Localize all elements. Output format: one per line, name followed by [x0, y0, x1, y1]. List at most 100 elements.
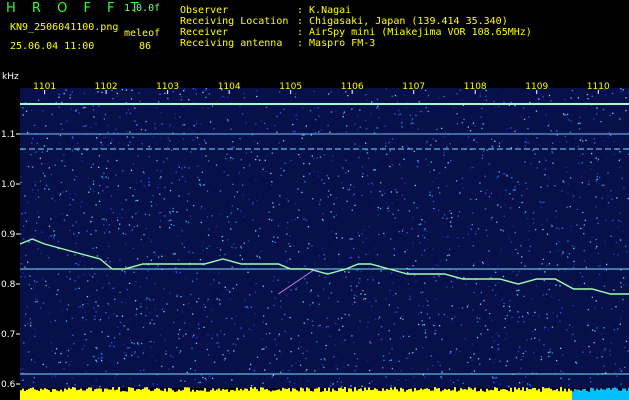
noise-dot — [103, 118, 105, 120]
noise-dot — [73, 233, 75, 235]
noise-dot — [51, 376, 53, 378]
noise-dot — [595, 196, 597, 198]
noise-dot — [567, 192, 569, 194]
noise-dot — [265, 106, 268, 108]
noise-dot — [173, 321, 175, 324]
noise-dot — [202, 250, 204, 252]
level-bar-segment — [230, 390, 232, 400]
noise-dot — [444, 94, 446, 96]
noise-dot — [487, 329, 489, 331]
noise-dot — [422, 324, 424, 326]
noise-dot — [280, 167, 282, 170]
noise-dot — [318, 275, 321, 277]
noise-dot — [536, 285, 538, 288]
noise-dot — [299, 270, 302, 272]
noise-dot — [392, 213, 394, 215]
noise-dot — [401, 177, 403, 179]
noise-dot — [294, 93, 297, 95]
noise-dot — [59, 195, 61, 197]
noise-dot — [86, 230, 88, 232]
noise-dot — [123, 298, 125, 300]
noise-dot — [408, 355, 410, 357]
noise-dot — [48, 287, 50, 289]
noise-dot — [409, 295, 411, 297]
noise-dot — [145, 299, 147, 301]
noise-dot — [75, 324, 77, 326]
noise-dot — [587, 98, 589, 100]
noise-dot — [479, 260, 481, 262]
noise-dot — [264, 369, 266, 371]
noise-dot — [480, 333, 482, 335]
noise-dot — [475, 198, 477, 201]
level-bar-segment — [574, 389, 576, 400]
noise-dot — [252, 202, 254, 204]
noise-dot — [325, 326, 328, 328]
noise-dot — [114, 298, 116, 300]
noise-dot — [72, 150, 74, 152]
noise-dot — [55, 376, 57, 379]
level-bar-segment — [586, 390, 588, 400]
noise-dot — [227, 239, 229, 241]
noise-dot — [371, 380, 373, 382]
noise-dot — [405, 279, 408, 281]
noise-dot — [49, 321, 51, 323]
noise-dot — [443, 314, 445, 316]
noise-dot — [389, 289, 391, 292]
noise-dot — [39, 180, 42, 182]
noise-dot — [401, 230, 404, 232]
noise-dot — [37, 248, 39, 250]
noise-dot — [323, 154, 326, 156]
noise-dot — [619, 151, 621, 153]
noise-dot — [421, 291, 424, 293]
noise-dot — [167, 137, 169, 139]
noise-dot — [235, 221, 237, 223]
noise-dot — [461, 177, 464, 179]
noise-dot — [422, 234, 424, 236]
noise-dot — [176, 272, 178, 274]
noise-dot — [96, 289, 98, 291]
noise-dot — [327, 124, 329, 127]
noise-dot — [408, 210, 411, 212]
noise-dot — [609, 114, 611, 116]
noise-dot — [543, 201, 545, 203]
noise-dot — [243, 215, 245, 217]
noise-dot — [110, 142, 112, 144]
noise-dot — [495, 136, 497, 138]
noise-dot — [294, 130, 296, 132]
noise-dot — [183, 304, 185, 306]
noise-dot — [432, 265, 434, 267]
noise-dot — [420, 110, 422, 113]
noise-dot — [46, 150, 48, 152]
noise-dot — [506, 250, 509, 252]
noise-dot — [427, 95, 430, 97]
noise-dot — [92, 163, 94, 165]
noise-dot — [356, 269, 358, 272]
noise-dot — [503, 215, 505, 217]
noise-dot — [280, 300, 282, 302]
noise-dot — [486, 149, 488, 151]
noise-dot — [519, 346, 521, 348]
noise-dot — [227, 350, 229, 352]
noise-dot — [44, 94, 46, 96]
noise-dot — [151, 240, 153, 243]
noise-dot — [74, 280, 76, 282]
noise-dot — [276, 358, 278, 360]
noise-dot — [135, 281, 137, 283]
noise-dot — [524, 265, 526, 267]
noise-dot — [160, 170, 162, 172]
noise-dot — [457, 237, 459, 239]
noise-dot — [620, 88, 622, 90]
noise-dot — [160, 176, 162, 178]
noise-dot — [551, 151, 553, 153]
noise-dot — [436, 128, 438, 131]
noise-dot — [106, 200, 108, 202]
level-bar-segment — [534, 387, 536, 400]
noise-dot — [358, 282, 360, 284]
noise-dot — [163, 311, 165, 313]
noise-dot — [408, 335, 410, 338]
noise-dot — [118, 228, 120, 230]
noise-dot — [74, 193, 76, 195]
noise-dot — [166, 157, 168, 160]
noise-dot — [426, 247, 428, 250]
noise-dot — [139, 286, 142, 288]
